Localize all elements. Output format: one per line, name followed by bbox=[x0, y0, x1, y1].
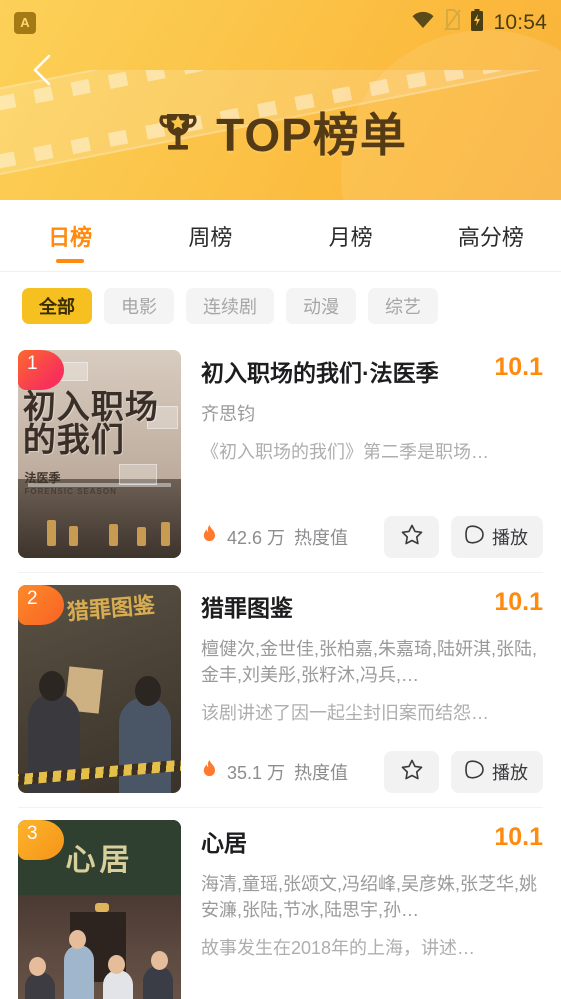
category-filter-row: 全部 电影 连续剧 动漫 综艺 bbox=[0, 272, 561, 338]
item-info: 猎罪图鉴 10.1 檀健次,金世佳,张柏嘉,朱嘉琦,陆妍淇,张陆,金丰,刘美彤,… bbox=[201, 585, 543, 793]
filter-chip-series-label: 连续剧 bbox=[203, 297, 257, 317]
poster-wrapper[interactable]: 心居 3 bbox=[18, 820, 181, 999]
item-actions: 42.6 万 热度值 播放 bbox=[201, 502, 543, 558]
list-item[interactable]: 心居 3 心居 10.1 海清,童瑶,张颂文,冯绍峰,吴彦姝,张芝华,姚安濂,张… bbox=[18, 808, 543, 999]
page-title-row: TOP榜单 bbox=[0, 108, 561, 161]
tab-monthly[interactable]: 月榜 bbox=[281, 200, 421, 271]
play-outline-icon bbox=[464, 524, 485, 550]
fire-icon bbox=[201, 524, 218, 550]
ranking-list: 初入职场的我们 法医季 FORENSIC SEASON 1 初入职场的我们·法医… bbox=[0, 338, 561, 999]
rank-badge: 2 bbox=[18, 585, 64, 625]
item-buttons: 播放 bbox=[384, 516, 543, 558]
page-title: TOP榜单 bbox=[216, 108, 407, 161]
tab-topscore-label: 高分榜 bbox=[457, 224, 524, 250]
trophy-icon bbox=[154, 108, 202, 161]
top-chart-page: A 10:54 TOP榜单 日榜 周榜 月榜 高分榜 全部 电影 连续剧 动漫 … bbox=[0, 0, 561, 999]
item-cast: 齐思钧 bbox=[201, 404, 255, 424]
item-info: 初入职场的我们·法医季 10.1 齐思钧 《初入职场的我们》第二季是职场… 42… bbox=[201, 350, 543, 558]
star-outline-icon bbox=[401, 524, 423, 550]
poster-title-text: 初入职场的我们 bbox=[22, 389, 159, 460]
tab-daily[interactable]: 日榜 bbox=[0, 200, 140, 271]
item-heat: 42.6 万 热度值 bbox=[201, 524, 348, 550]
favorite-button[interactable] bbox=[384, 516, 439, 558]
play-outline-icon bbox=[464, 759, 485, 785]
item-score: 10.1 bbox=[494, 353, 543, 381]
status-bar-time: 10:54 bbox=[493, 10, 547, 34]
filter-chip-variety-label: 综艺 bbox=[385, 297, 421, 317]
tab-daily-label: 日榜 bbox=[48, 224, 93, 250]
filter-chip-all[interactable]: 全部 bbox=[22, 288, 92, 324]
poster-wrapper[interactable]: 初入职场的我们 法医季 FORENSIC SEASON 1 bbox=[18, 350, 181, 558]
filter-chip-variety[interactable]: 综艺 bbox=[368, 288, 438, 324]
item-title: 初入职场的我们·法医季 bbox=[201, 360, 439, 386]
filter-chip-all-label: 全部 bbox=[39, 297, 75, 317]
play-button[interactable]: 播放 bbox=[451, 516, 543, 558]
filter-chip-movie-label: 电影 bbox=[121, 297, 157, 317]
item-title: 心居 bbox=[201, 830, 247, 856]
poster-title-text: 猎罪图鉴 bbox=[65, 592, 156, 626]
tab-weekly-label: 周榜 bbox=[188, 224, 233, 250]
back-button[interactable] bbox=[22, 52, 62, 92]
item-title: 猎罪图鉴 bbox=[201, 595, 293, 621]
filter-chip-anime-label: 动漫 bbox=[303, 297, 339, 317]
item-cast: 海清,童瑶,张颂文,冯绍峰,吴彦姝,张芝华,姚安濂,张陆,节冰,陆思宇,孙… bbox=[201, 874, 538, 921]
app-icon: A bbox=[14, 11, 36, 34]
tab-monthly-label: 月榜 bbox=[328, 224, 373, 250]
fire-icon bbox=[201, 759, 218, 785]
item-description: 该剧讲述了因一起尘封旧案而结怨… bbox=[201, 703, 489, 724]
filter-chip-series[interactable]: 连续剧 bbox=[186, 288, 274, 324]
item-cast: 檀健次,金世佳,张柏嘉,朱嘉琦,陆妍淇,张陆,金丰,刘美彤,张籽沐,冯兵,… bbox=[201, 639, 538, 686]
tab-topscore[interactable]: 高分榜 bbox=[421, 200, 561, 271]
item-info: 心居 10.1 海清,童瑶,张颂文,冯绍峰,吴彦姝,张芝华,姚安濂,张陆,节冰,… bbox=[201, 820, 543, 999]
filter-chip-anime[interactable]: 动漫 bbox=[286, 288, 356, 324]
ranking-tabs: 日榜 周榜 月榜 高分榜 bbox=[0, 200, 561, 272]
status-bar-icons: 10:54 bbox=[411, 9, 547, 36]
wifi-icon bbox=[411, 11, 435, 34]
rank-badge: 3 bbox=[18, 820, 64, 860]
play-button-label: 播放 bbox=[492, 528, 528, 548]
play-button-label: 播放 bbox=[492, 763, 528, 783]
item-score: 10.1 bbox=[494, 588, 543, 616]
page-header: A 10:54 TOP榜单 bbox=[0, 0, 561, 200]
item-buttons: 播放 bbox=[384, 751, 543, 793]
list-item[interactable]: 初入职场的我们 法医季 FORENSIC SEASON 1 初入职场的我们·法医… bbox=[18, 338, 543, 573]
poster-subtitle-en-text: FORENSIC SEASON bbox=[24, 487, 117, 497]
star-outline-icon bbox=[401, 759, 423, 785]
battery-charging-icon bbox=[470, 9, 484, 36]
chevron-left-icon bbox=[31, 53, 53, 92]
tab-weekly[interactable]: 周榜 bbox=[140, 200, 280, 271]
item-heat: 35.1 万 热度值 bbox=[201, 759, 348, 785]
item-heat-value: 42.6 万 bbox=[227, 528, 286, 548]
play-button[interactable]: 播放 bbox=[451, 751, 543, 793]
item-description: 《初入职场的我们》第二季是职场… bbox=[201, 442, 489, 463]
item-score: 10.1 bbox=[494, 823, 543, 851]
status-bar: A 10:54 bbox=[0, 0, 561, 45]
item-heat-value: 35.1 万 bbox=[227, 763, 286, 783]
item-heat-unit: 热度值 bbox=[294, 763, 349, 783]
poster-wrapper[interactable]: 猎罪图鉴 2 bbox=[18, 585, 181, 793]
rank-badge: 1 bbox=[18, 350, 64, 390]
rank-badge-number: 2 bbox=[27, 588, 38, 609]
poster-subtitle-text: 法医季 bbox=[24, 470, 61, 485]
list-item[interactable]: 猎罪图鉴 2 猎罪图鉴 10.1 檀健次,金世佳,张柏嘉,朱嘉琦,陆妍淇,张陆,… bbox=[18, 573, 543, 808]
item-actions: 35.1 万 热度值 播放 bbox=[201, 737, 543, 793]
rank-badge-number: 3 bbox=[27, 823, 38, 844]
filter-chip-movie[interactable]: 电影 bbox=[104, 288, 174, 324]
sim-card-off-icon bbox=[444, 9, 462, 36]
favorite-button[interactable] bbox=[384, 751, 439, 793]
item-heat-unit: 热度值 bbox=[294, 528, 349, 548]
poster-title-text: 心居 bbox=[65, 844, 134, 878]
rank-badge-number: 1 bbox=[27, 353, 38, 374]
item-description: 故事发生在2018年的上海，讲述… bbox=[201, 938, 476, 959]
